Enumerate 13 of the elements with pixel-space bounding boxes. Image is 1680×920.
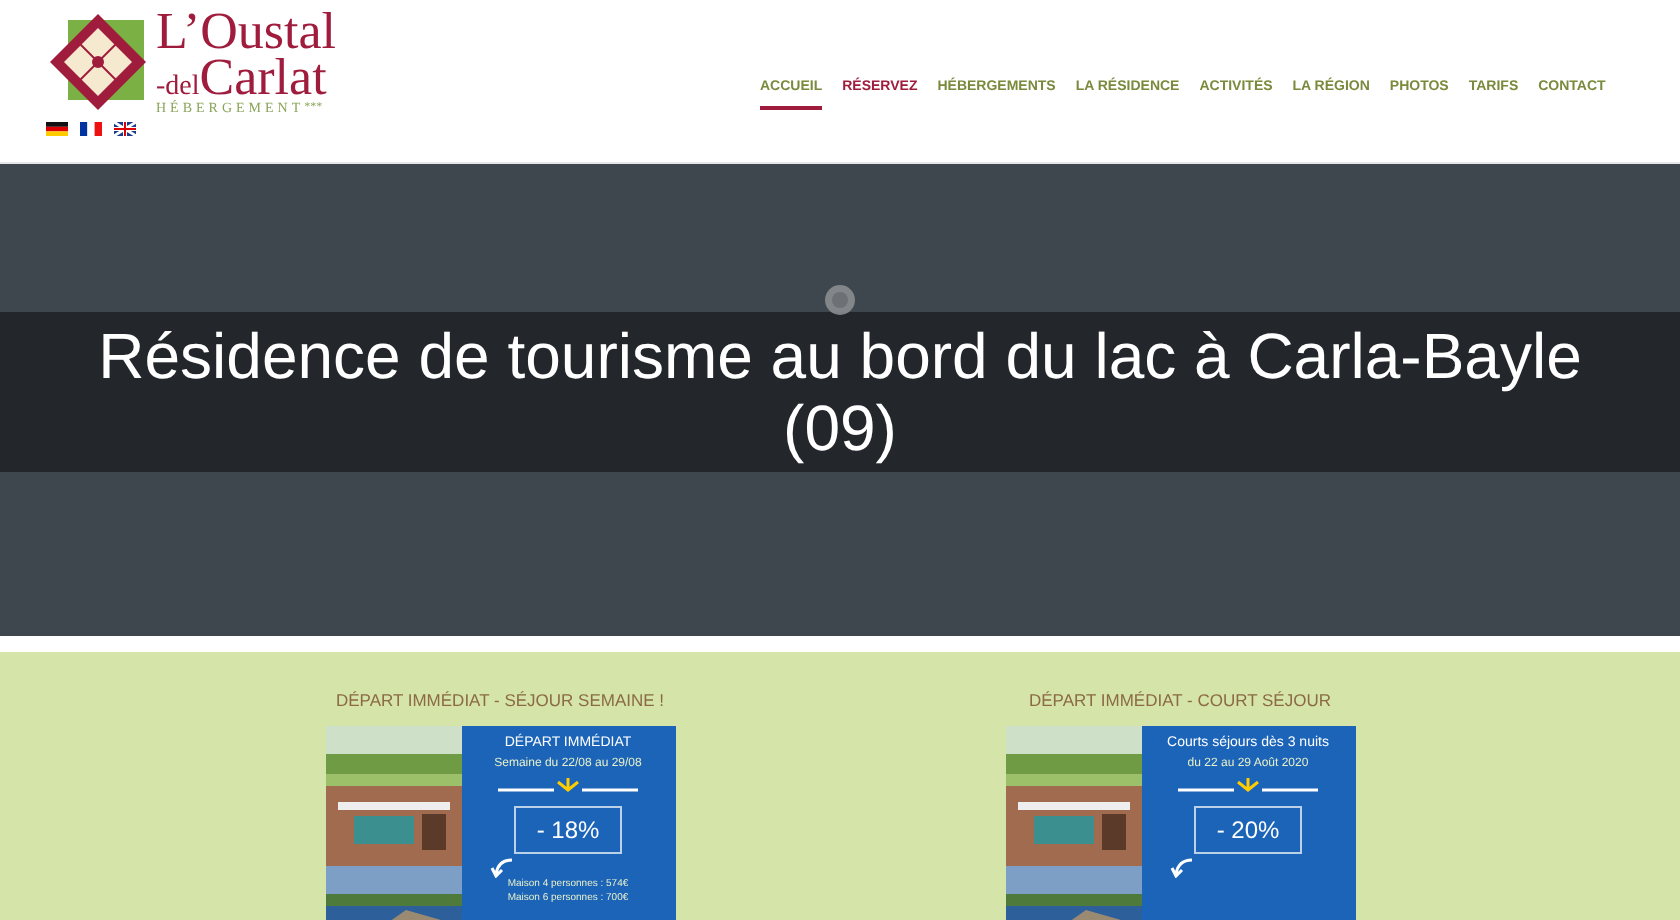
discount-label: - 18%	[514, 805, 622, 854]
sparkle-divider-icon	[1178, 777, 1318, 798]
offer-title: DÉPART IMMÉDIAT - SÉJOUR SEMAINE !	[335, 688, 665, 714]
hero-title: Résidence de tourisme au bord du lac à Carla-Bayle (09)	[96, 320, 1584, 464]
sparkle-divider-icon	[498, 777, 638, 798]
curved-arrow-icon	[1169, 857, 1193, 878]
offer-title: DÉPART IMMÉDIAT - COURT SÉJOUR	[1029, 688, 1331, 714]
german-flag-icon[interactable]	[46, 122, 68, 136]
discount-label: - 20%	[1194, 805, 1302, 854]
french-flag-icon[interactable]	[80, 122, 102, 136]
loading-spinner-icon	[824, 284, 856, 316]
curved-arrow-icon	[489, 857, 513, 878]
british-flag-icon[interactable]	[114, 122, 136, 136]
